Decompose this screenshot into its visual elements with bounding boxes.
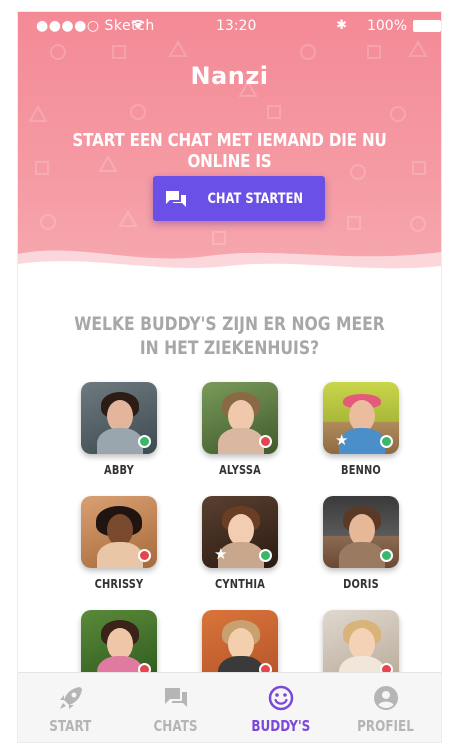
screen-frame: ●●●●○ Sketch 13:20 ✱ 100% Nanzi START EE… [0,0,449,747]
offline-status-indicator [138,549,151,562]
battery-icon [413,20,441,32]
buddy-name: DORIS [343,577,379,591]
tab-chats[interactable]: CHATS [123,673,228,742]
buddy-photo [202,382,278,454]
online-status-indicator [380,549,393,562]
buddy-name: ABBY [104,463,134,477]
buddy-photo [81,382,157,454]
buddy-photo [81,496,157,568]
favorite-star-icon: ★ [214,546,228,563]
buddy-name: BENNO [341,463,381,477]
wave-divider [18,250,441,280]
headline: START EEN CHAT MET IEMAND DIE NU ONLINE … [72,130,387,172]
wifi-icon [130,17,146,35]
online-status-indicator [259,549,272,562]
chat-bubbles-icon [165,190,186,207]
chat-bubbles-icon [165,688,187,707]
buddy-card-doris[interactable]: DORIS [323,496,399,591]
clock: 13:20 [216,18,257,34]
online-status-indicator [138,435,151,448]
tab-bar: START CHATS BUDDY'S PROFIEL [18,672,441,742]
tab-buddys[interactable]: BUDDY'S [228,673,333,742]
person-icon [374,686,398,710]
hero-header: ●●●●○ Sketch 13:20 ✱ 100% Nanzi START EE… [18,12,441,280]
bluetooth-icon: ✱ [336,18,347,33]
section-title-line2: IN HET ZIEKENHUIS? [139,337,320,359]
smiley-icon [268,685,294,711]
online-status-indicator [380,435,393,448]
buddy-name: CHRISSY [94,577,144,591]
buddy-name: ALYSSA [219,463,261,477]
buddy-name: CYNTHIA [215,577,265,591]
tab-profiel-label: PROFIEL [357,717,414,735]
tab-chats-label: CHATS [153,717,198,735]
app-screen: ●●●●○ Sketch 13:20 ✱ 100% Nanzi START EE… [18,12,441,742]
status-bar: ●●●●○ Sketch 13:20 ✱ 100% [18,16,441,38]
tab-buddys-label: BUDDY'S [251,717,310,735]
tab-profiel[interactable]: PROFIEL [333,673,438,742]
tab-start-label: START [49,717,92,735]
offline-status-indicator [259,435,272,448]
buddy-photo [323,496,399,568]
tab-start[interactable]: START [18,673,123,742]
buddy-photo: ★ [323,382,399,454]
start-chat-button[interactable]: CHAT STARTEN [153,176,325,221]
buddy-photo: ★ [202,496,278,568]
section-title: WELKE BUDDY'S ZIJN ER NOG MEER IN HET ZI… [18,312,441,360]
buddy-card-abby[interactable]: ABBY [81,382,157,477]
section-title-line1: WELKE BUDDY'S ZIJN ER NOG MEER [74,313,385,335]
battery-percent: 100% [366,18,407,34]
buddy-card-cynthia[interactable]: ★ CYNTHIA [202,496,278,591]
buddy-card-chrissy[interactable]: CHRISSY [81,496,157,591]
buddy-card-alyssa[interactable]: ALYSSA [202,382,278,477]
buddy-card-benno[interactable]: ★ BENNO [323,382,399,477]
start-chat-label: CHAT STARTEN [207,190,303,207]
favorite-star-icon: ★ [335,432,349,449]
rocket-icon [60,687,82,709]
app-logo: Nanzi [190,62,269,90]
